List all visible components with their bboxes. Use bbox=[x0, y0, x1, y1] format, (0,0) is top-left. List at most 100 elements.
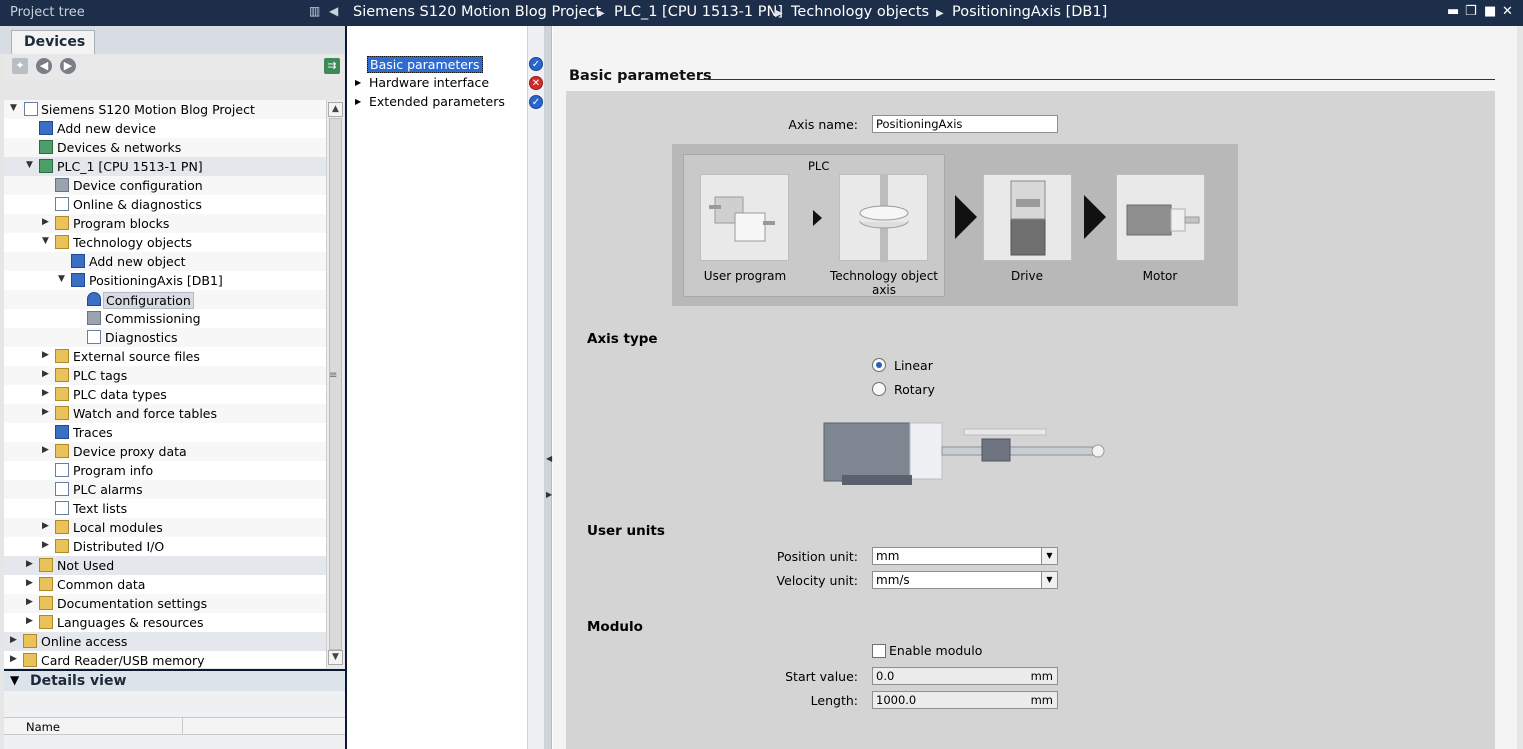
collapse-left-icon[interactable]: ◀ bbox=[329, 4, 338, 18]
position-unit-select[interactable]: mm ▼ bbox=[872, 547, 1058, 565]
expand-icon[interactable]: ▶ bbox=[42, 369, 49, 379]
rotary-radio[interactable] bbox=[872, 382, 886, 396]
expand-icon[interactable]: ▶ bbox=[26, 616, 33, 626]
tree-item-plc-alarms[interactable]: PLC alarms bbox=[4, 480, 326, 499]
nav-label: Basic parameters bbox=[367, 56, 483, 73]
nav-basic-parameters[interactable]: Basic parameters bbox=[351, 56, 541, 73]
tree-item-online-diagnostics[interactable]: Online & diagnostics bbox=[4, 195, 326, 214]
forward-icon[interactable]: ▶ bbox=[60, 58, 76, 74]
tree-item-program-blocks[interactable]: ▶ Program blocks bbox=[4, 214, 326, 233]
tree-item-add-new-object[interactable]: Add new object bbox=[4, 252, 326, 271]
tree-item-configuration[interactable]: Configuration bbox=[4, 290, 326, 309]
tree-item-distributed-io[interactable]: ▶ Distributed I/O bbox=[4, 537, 326, 556]
rotary-label[interactable]: Rotary bbox=[894, 382, 935, 397]
tree-item-devices-networks[interactable]: Devices & networks bbox=[4, 138, 326, 157]
expand-icon[interactable]: ▶ bbox=[355, 78, 361, 87]
close-icon[interactable]: ✕ bbox=[1502, 4, 1513, 19]
expand-icon[interactable]: ▶ bbox=[42, 445, 49, 455]
tree-item-text-lists[interactable]: Text lists bbox=[4, 499, 326, 518]
network-icon bbox=[39, 140, 53, 154]
drive-icon bbox=[1010, 180, 1046, 256]
tree-item-diagnostics[interactable]: Diagnostics bbox=[4, 328, 326, 347]
expand-icon[interactable]: ▶ bbox=[42, 540, 49, 550]
expand-icon[interactable]: ▶ bbox=[42, 217, 49, 227]
collapse-icon[interactable]: ▼ bbox=[26, 160, 33, 170]
expand-icon[interactable]: ▶ bbox=[42, 388, 49, 398]
tree-item-plc-data-types[interactable]: ▶ PLC data types bbox=[4, 385, 326, 404]
tree-item-commissioning[interactable]: Commissioning bbox=[4, 309, 326, 328]
breadcrumb-technology-objects[interactable]: Technology objects bbox=[791, 4, 929, 20]
scroll-down-icon[interactable]: ▼ bbox=[328, 650, 343, 665]
breadcrumb-plc[interactable]: PLC_1 [CPU 1513-1 PN] bbox=[614, 4, 783, 20]
tree-item-program-info[interactable]: Program info bbox=[4, 461, 326, 480]
maximize-icon[interactable]: ■ bbox=[1484, 4, 1496, 19]
collapse-icon[interactable]: ▼ bbox=[10, 103, 17, 113]
tree-item-positioning-axis[interactable]: ▼ PositioningAxis [DB1] bbox=[4, 271, 326, 290]
length-input[interactable]: 1000.0 mm bbox=[872, 691, 1058, 709]
collapse-icon[interactable]: ▼ bbox=[58, 274, 65, 284]
breadcrumb-project[interactable]: Siemens S120 Motion Blog Project bbox=[353, 4, 601, 20]
expand-icon[interactable]: ▶ bbox=[42, 407, 49, 417]
tree-item-online-access[interactable]: ▶ Online access bbox=[4, 632, 326, 651]
expand-icon[interactable]: ▶ bbox=[26, 597, 33, 607]
tree-item-common-data[interactable]: ▶ Common data bbox=[4, 575, 326, 594]
expand-icon[interactable]: ▶ bbox=[26, 559, 33, 569]
chevron-down-icon[interactable]: ▼ bbox=[10, 673, 19, 687]
collapse-left-icon[interactable]: ◀ bbox=[546, 454, 552, 463]
back-icon[interactable]: ◀ bbox=[36, 58, 52, 74]
tab-devices[interactable]: Devices bbox=[11, 30, 95, 54]
expand-right-icon[interactable]: ▶ bbox=[546, 490, 552, 499]
breadcrumb-arrow-icon: ▶ bbox=[597, 8, 605, 19]
scroll-up-icon[interactable]: ▲ bbox=[328, 102, 343, 117]
details-view-header[interactable]: ▼ Details view bbox=[4, 669, 345, 691]
tree-item-traces[interactable]: Traces bbox=[4, 423, 326, 442]
collapse-icon[interactable]: ▼ bbox=[42, 236, 49, 246]
nav-extended-parameters[interactable]: ▶ Extended parameters bbox=[351, 94, 541, 111]
start-value-input[interactable]: 0.0 mm bbox=[872, 667, 1058, 685]
tree-item-add-new-device[interactable]: Add new device bbox=[4, 119, 326, 138]
expand-icon[interactable]: ▶ bbox=[10, 635, 17, 645]
dock-icon[interactable]: ▥ bbox=[309, 4, 320, 18]
expand-icon[interactable]: ▶ bbox=[26, 578, 33, 588]
tree-item-plc-tags[interactable]: ▶ PLC tags bbox=[4, 366, 326, 385]
breadcrumb-axis[interactable]: PositioningAxis [DB1] bbox=[952, 4, 1107, 20]
tree-item-not-used[interactable]: ▶ Not Used bbox=[4, 556, 326, 575]
linear-label[interactable]: Linear bbox=[894, 358, 933, 373]
tree-item-device-configuration[interactable]: Device configuration bbox=[4, 176, 326, 195]
pane-splitter[interactable]: ◀ ▶ bbox=[545, 26, 552, 749]
enable-modulo-checkbox[interactable] bbox=[872, 644, 886, 658]
breadcrumb-arrow-icon: ▶ bbox=[936, 8, 944, 19]
linear-radio[interactable] bbox=[872, 358, 886, 372]
nav-hardware-interface[interactable]: ▶ Hardware interface bbox=[351, 75, 541, 92]
axis-name-input[interactable]: PositioningAxis bbox=[872, 115, 1058, 133]
expand-icon[interactable]: ▶ bbox=[355, 97, 361, 106]
column-separator[interactable] bbox=[182, 718, 183, 735]
expand-icon[interactable]: ▶ bbox=[42, 350, 49, 360]
restore-icon[interactable]: ❐ bbox=[1465, 4, 1477, 19]
enable-modulo-label[interactable]: Enable modulo bbox=[889, 643, 982, 658]
tree-item-local-modules[interactable]: ▶ Local modules bbox=[4, 518, 326, 537]
tree-item-project[interactable]: ▼ Siemens S120 Motion Blog Project bbox=[4, 100, 326, 119]
tree-item-technology-objects[interactable]: ▼ Technology objects bbox=[4, 233, 326, 252]
new-item-icon[interactable]: ✦ bbox=[12, 58, 28, 74]
expand-icon[interactable]: ▶ bbox=[42, 521, 49, 531]
expand-icon[interactable]: ▶ bbox=[10, 654, 17, 664]
tree-item-languages-resources[interactable]: ▶ Languages & resources bbox=[4, 613, 326, 632]
tree-item-plc-1[interactable]: ▼ PLC_1 [CPU 1513-1 PN] bbox=[4, 157, 326, 176]
tree-item-device-proxy-data[interactable]: ▶ Device proxy data bbox=[4, 442, 326, 461]
tree-item-card-reader[interactable]: ▶ Card Reader/USB memory bbox=[4, 651, 326, 668]
chevron-down-icon[interactable]: ▼ bbox=[1041, 548, 1057, 564]
export-icon[interactable]: ⇉ bbox=[324, 58, 340, 74]
project-tree-tabbar: Devices bbox=[0, 26, 345, 54]
tree-item-watch-force-tables[interactable]: ▶ Watch and force tables bbox=[4, 404, 326, 423]
position-unit-label: Position unit: bbox=[776, 549, 858, 564]
chevron-down-icon[interactable]: ▼ bbox=[1041, 572, 1057, 588]
column-name[interactable]: Name bbox=[26, 720, 60, 734]
minimize-icon[interactable]: ▬ bbox=[1447, 4, 1459, 19]
details-column-header[interactable]: Name bbox=[4, 717, 345, 735]
tree-item-external-source-files[interactable]: ▶ External source files bbox=[4, 347, 326, 366]
tree-item-documentation-settings[interactable]: ▶ Documentation settings bbox=[4, 594, 326, 613]
scroll-thumb[interactable] bbox=[329, 118, 342, 650]
tree-scrollbar[interactable]: ▲ ≡ ▼ bbox=[326, 100, 344, 668]
velocity-unit-select[interactable]: mm/s ▼ bbox=[872, 571, 1058, 589]
